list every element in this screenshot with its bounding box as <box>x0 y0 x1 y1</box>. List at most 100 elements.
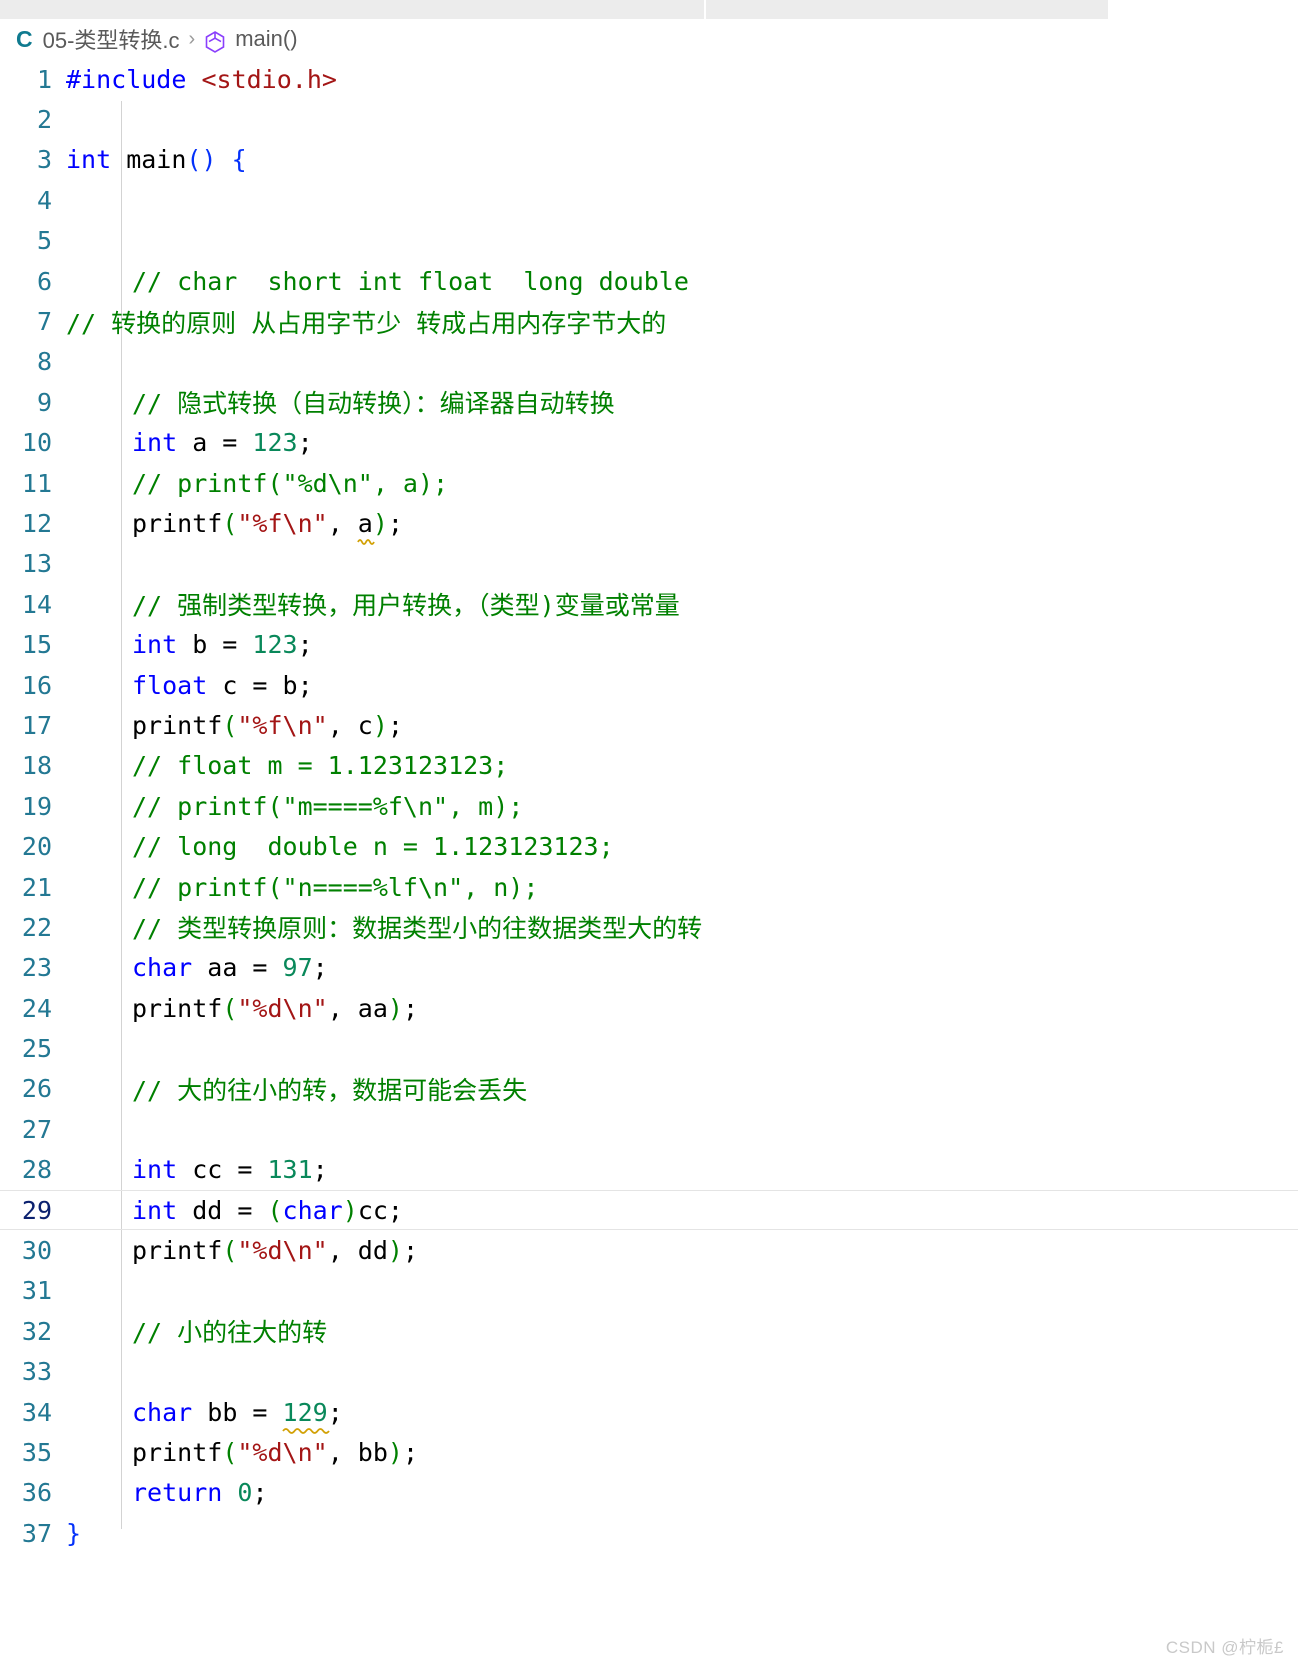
line-content[interactable]: char bb = 129; <box>66 1398 343 1434</box>
line-number: 7 <box>36 307 52 337</box>
line-content[interactable]: // 转换的原则 从占用字节少 转成占用内存字节大的 <box>66 304 666 340</box>
line-content[interactable]: // float m = 1.123123123; <box>66 751 508 780</box>
code-editor[interactable]: 1 #include <stdio.h> 2 3 int main() { 4 … <box>0 59 1298 1666</box>
line-number: 11 <box>21 468 52 498</box>
line-number: 37 <box>21 1518 52 1548</box>
line-number: 23 <box>21 953 52 983</box>
code-line[interactable]: 33 <box>0 1352 1298 1392</box>
line-content[interactable]: char aa = 97; <box>66 953 328 982</box>
code-line[interactable]: 23 char aa = 97; <box>0 948 1298 988</box>
line-content[interactable]: printf("%f\n", c); <box>66 711 403 740</box>
line-content[interactable]: int a = 123; <box>66 428 313 457</box>
line-number: 30 <box>21 1236 52 1266</box>
line-number: 18 <box>21 751 52 781</box>
line-number: 14 <box>21 589 52 619</box>
code-line[interactable]: 1 #include <stdio.h> <box>0 59 1298 99</box>
line-number: 4 <box>36 185 52 215</box>
line-content[interactable]: // 大的往小的转，数据可能会丢失 <box>66 1071 527 1107</box>
line-number: 21 <box>21 872 52 902</box>
line-content[interactable]: // 小的往大的转 <box>66 1313 327 1349</box>
code-line[interactable]: 37 } <box>0 1513 1298 1553</box>
code-line[interactable]: 6 // char short int float long double <box>0 261 1298 301</box>
line-content[interactable]: int main() { <box>66 145 247 174</box>
code-line[interactable]: 32 // 小的往大的转 <box>0 1311 1298 1351</box>
code-line[interactable]: 26 // 大的往小的转，数据可能会丢失 <box>0 1069 1298 1109</box>
line-content[interactable]: printf("%d\n", aa); <box>66 994 418 1023</box>
code-line[interactable]: 21 // printf("n====%lf\n", n); <box>0 867 1298 907</box>
line-content[interactable]: // 强制类型转换，用户转换，（类型)变量或常量 <box>66 586 680 622</box>
line-content[interactable]: // printf("%d\n", a); <box>66 469 448 498</box>
code-line[interactable]: 20 // long double n = 1.123123123; <box>0 826 1298 866</box>
line-content[interactable]: // 类型转换原则：数据类型小的往数据类型大的转 <box>66 909 702 945</box>
code-line[interactable]: 7 // 转换的原则 从占用字节少 转成占用内存字节大的 <box>0 301 1298 341</box>
editor-tab-inactive-1[interactable] <box>0 0 704 19</box>
line-number: 10 <box>21 428 52 458</box>
code-line[interactable]: 5 <box>0 221 1298 261</box>
code-line[interactable]: 9 // 隐式转换（自动转换）：编译器自动转换 <box>0 382 1298 422</box>
line-content[interactable]: #include <stdio.h> <box>66 65 337 94</box>
line-content[interactable]: return 0; <box>66 1478 268 1507</box>
editor-tab-inactive-2[interactable] <box>706 0 1108 19</box>
line-content[interactable]: printf("%f\n", a); <box>66 509 403 545</box>
code-line[interactable]: 19 // printf("m====%f\n", m); <box>0 786 1298 826</box>
line-number: 36 <box>21 1478 52 1508</box>
code-line[interactable]: 17 printf("%f\n", c); <box>0 705 1298 745</box>
line-content[interactable]: } <box>66 1519 81 1548</box>
code-line[interactable]: 13 <box>0 544 1298 584</box>
code-line[interactable]: 11 // printf("%d\n", a); <box>0 463 1298 503</box>
code-line[interactable]: 25 <box>0 1028 1298 1068</box>
code-line[interactable]: 30 printf("%d\n", dd); <box>0 1230 1298 1270</box>
warning-token: a <box>356 509 375 545</box>
code-line[interactable]: 4 <box>0 180 1298 220</box>
code-line-active[interactable]: 29 int dd = (char)cc; <box>0 1189 1298 1231</box>
code-line[interactable]: 34 char bb = 129; <box>0 1392 1298 1434</box>
line-content[interactable]: // printf("m====%f\n", m); <box>66 792 523 821</box>
breadcrumb-file-name[interactable]: 05-类型转换.c <box>43 23 180 55</box>
code-line[interactable]: 12 printf("%f\n", a); <box>0 503 1298 545</box>
line-number: 20 <box>21 832 52 862</box>
breadcrumb-symbol-name[interactable]: main() <box>235 26 297 52</box>
line-content[interactable]: // char short int float long double <box>66 267 689 296</box>
code-line[interactable]: 36 return 0; <box>0 1473 1298 1513</box>
csdn-watermark: CSDN @柠栀£ <box>1165 1638 1284 1657</box>
code-line[interactable]: 14 // 强制类型转换，用户转换，（类型)变量或常量 <box>0 584 1298 624</box>
warning-token: 129 <box>281 1398 330 1434</box>
code-line[interactable]: 16 float c = b; <box>0 665 1298 705</box>
line-content[interactable]: // printf("n====%lf\n", n); <box>66 873 538 902</box>
code-line[interactable]: 27 <box>0 1109 1298 1149</box>
line-number: 26 <box>21 1074 52 1104</box>
code-line[interactable]: 3 int main() { <box>0 140 1298 180</box>
line-content[interactable]: // long double n = 1.123123123; <box>66 832 614 861</box>
line-number: 25 <box>21 1034 52 1064</box>
code-line[interactable]: 22 // 类型转换原则：数据类型小的往数据类型大的转 <box>0 907 1298 947</box>
line-content[interactable]: float c = b; <box>66 671 313 700</box>
line-content[interactable]: int b = 123; <box>66 630 313 659</box>
code-line[interactable]: 10 int a = 123; <box>0 423 1298 463</box>
editor-tab-strip[interactable] <box>0 0 1298 19</box>
line-content[interactable]: int cc = 131; <box>66 1155 328 1184</box>
line-content[interactable]: // 隐式转换（自动转换）：编译器自动转换 <box>66 384 615 420</box>
code-line[interactable]: 18 // float m = 1.123123123; <box>0 746 1298 786</box>
line-content[interactable]: printf("%d\n", dd); <box>66 1236 418 1265</box>
code-line[interactable]: 2 <box>0 99 1298 139</box>
line-number: 17 <box>21 710 52 740</box>
line-number: 8 <box>36 347 52 377</box>
line-number: 31 <box>21 1276 52 1306</box>
code-line[interactable]: 31 <box>0 1271 1298 1311</box>
line-number: 34 <box>21 1397 52 1427</box>
code-line[interactable]: 8 <box>0 342 1298 382</box>
code-line[interactable]: 15 int b = 123; <box>0 624 1298 664</box>
line-number: 24 <box>21 993 52 1023</box>
code-line[interactable]: 24 printf("%d\n", aa); <box>0 988 1298 1028</box>
line-content[interactable]: printf("%d\n", bb); <box>66 1438 418 1467</box>
line-number: 29 <box>21 1195 52 1225</box>
code-line[interactable]: 35 printf("%d\n", bb); <box>0 1432 1298 1472</box>
code-line[interactable]: 28 int cc = 131; <box>0 1150 1298 1190</box>
line-number: 28 <box>21 1155 52 1185</box>
symbol-method-icon <box>204 30 226 54</box>
line-content[interactable]: int dd = (char)cc; <box>66 1196 403 1225</box>
line-number: 1 <box>36 64 52 94</box>
line-number: 35 <box>21 1437 52 1467</box>
breadcrumb: C 05-类型转换.c › main() <box>0 19 1298 59</box>
line-number: 12 <box>21 508 52 538</box>
